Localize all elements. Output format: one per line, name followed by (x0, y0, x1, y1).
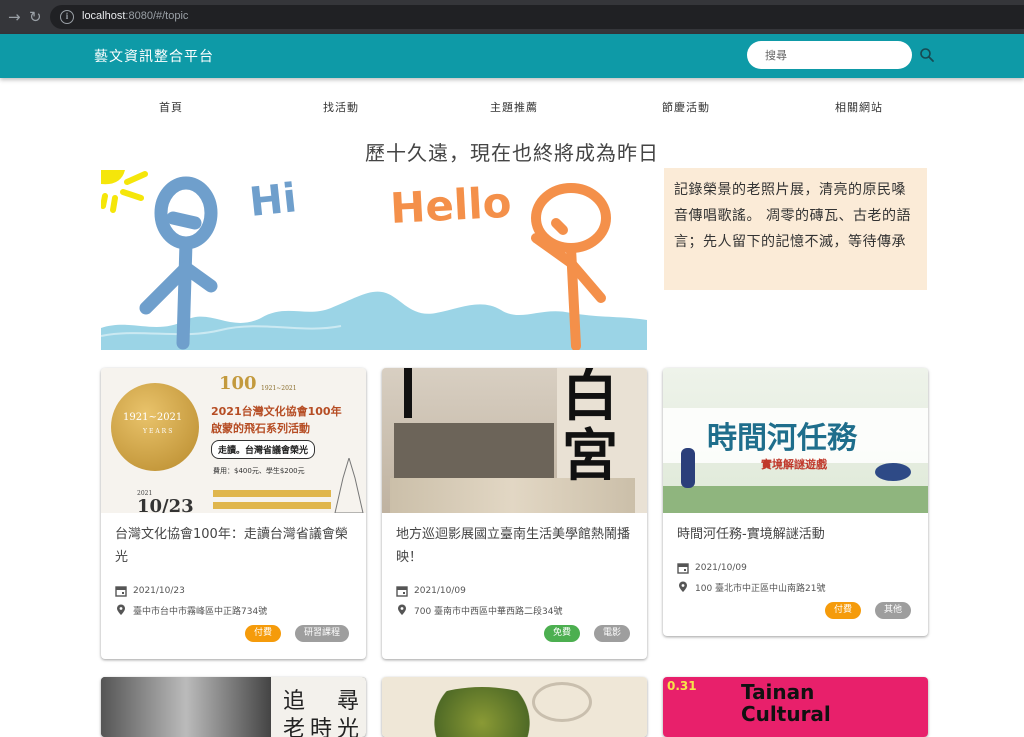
calligraphy-text: 白宮 (562, 368, 618, 489)
doodle-illustration: Hi Hello (101, 170, 647, 350)
medal-text: 1921~2021 (123, 412, 183, 423)
event-card[interactable]: 0.31 Tainan Cultural (663, 677, 928, 737)
poster-title-2: 啟蒙的飛石系列活動 (211, 422, 310, 435)
location-pin-icon (117, 604, 125, 615)
event-card-image (382, 677, 647, 737)
site-title[interactable]: 藝文資訊整合平台 (94, 46, 214, 66)
badge-range-text: 1921~2021 (261, 385, 297, 392)
event-address: 100 臺北市中正區中山南路21號 (695, 583, 826, 594)
event-card[interactable] (382, 677, 647, 737)
app-header: 藝文資訊整合平台 (0, 34, 1024, 78)
banner-text-hello: Hello (389, 178, 513, 233)
badge-100-text: 100 (219, 373, 257, 394)
event-card[interactable]: 追 尋 老 時 光 (101, 677, 366, 737)
nav-item-topics[interactable]: 主題推薦 (490, 99, 538, 115)
location-pin-icon (398, 604, 406, 615)
location-pin-icon (679, 581, 687, 592)
calendar-icon (396, 586, 408, 597)
site-info-icon[interactable]: i (60, 10, 74, 24)
nav-item-related-sites[interactable]: 相關網站 (835, 99, 883, 115)
nav-item-festivals[interactable]: 節慶活動 (662, 99, 710, 115)
main-nav: 首頁 找活動 主題推薦 節慶活動 相關網站 (0, 96, 1024, 116)
sun-doodle (101, 170, 148, 213)
chip-category[interactable]: 電影 (593, 625, 630, 642)
poster-date: 10/23 (137, 496, 194, 513)
gold-medal-graphic (111, 383, 199, 471)
search-input[interactable] (765, 41, 905, 69)
event-address: 臺中市台中市霧峰區中正路734號 (133, 606, 268, 617)
nav-item-home[interactable]: 首頁 (159, 99, 183, 115)
event-card-image: 1921~2021 YEARS 100 1921~2021 2021台灣文化協會… (101, 368, 366, 513)
nav-item-find-events[interactable]: 找活動 (323, 99, 359, 115)
topic-banner-image: Hi Hello (101, 168, 647, 350)
browser-toolbar: → ↻ i localhost:8080/#/topic (0, 0, 1024, 34)
poster-title: 時間河任務 (707, 421, 857, 456)
search-icon[interactable] (919, 47, 935, 63)
event-card-title[interactable]: 時間河任務-實境解謎活動 (677, 523, 914, 546)
event-card[interactable]: 1921~2021 YEARS 100 1921~2021 2021台灣文化協會… (101, 368, 366, 659)
event-address: 700 臺南市中西區中華西路二段34號 (414, 606, 563, 617)
chip-category[interactable]: 研習課程 (294, 625, 349, 642)
chip-fee-type[interactable]: 付費 (244, 625, 281, 642)
calendar-icon (677, 563, 689, 574)
event-card-image: 白宮 (382, 368, 647, 513)
url-text: localhost:8080/#/topic (82, 10, 189, 22)
chip-fee-type[interactable]: 付費 (824, 602, 861, 619)
chip-fee-type[interactable]: 免費 (543, 625, 580, 642)
event-card[interactable]: 時間河任務 實境解謎遊戲 時間河任務-實境解謎活動 2021/10/09 100… (663, 368, 928, 636)
event-card-image: 時間河任務 實境解謎遊戲 (663, 368, 928, 513)
poster-title: Tainan Cultural (741, 680, 831, 726)
poster-pill: 走讀。台灣省議會榮光 (211, 440, 316, 459)
reload-icon[interactable]: ↻ (29, 9, 42, 25)
topic-description: 記錄榮景的老照片展，清亮的原民嗓音傳唱歌謠。 凋零的磚瓦、古老的語言；先人留下的… (664, 168, 927, 290)
search-box (747, 41, 912, 69)
banner-text-hi: Hi (247, 175, 299, 226)
poster-char: 時 (310, 717, 333, 737)
poster-fee: 費用：$400元、學生$200元 (213, 467, 305, 475)
poster-date: 0.31 (667, 679, 697, 693)
poster-char: 光 (337, 717, 360, 737)
event-card-image: 0.31 Tainan Cultural (663, 677, 928, 737)
event-card-image: 追 尋 老 時 光 (101, 677, 366, 737)
medal-subtext: YEARS (143, 428, 175, 435)
poster-subtitle: 實境解謎遊戲 (761, 458, 827, 471)
address-bar[interactable]: i localhost:8080/#/topic (50, 5, 1024, 29)
event-date: 2021/10/23 (133, 586, 185, 596)
event-card-title[interactable]: 地方巡迴影展國立臺南生活美學館熱鬧播映！ (396, 523, 633, 569)
calendar-icon (115, 586, 127, 597)
event-date: 2021/10/09 (695, 563, 747, 573)
forward-icon[interactable]: → (8, 9, 21, 25)
poster-char: 老 (283, 717, 306, 737)
chip-category[interactable]: 其他 (874, 602, 911, 619)
event-date: 2021/10/09 (414, 586, 466, 596)
poster-title-1: 2021台灣文化協會100年 (211, 405, 342, 418)
event-card[interactable]: 白宮 地方巡迴影展國立臺南生活美學館熱鬧播映！ 2021/10/09 700 臺… (382, 368, 647, 659)
topic-headline: 歷十久遠，現在也終將成為昨日 (365, 141, 659, 165)
event-card-title[interactable]: 台灣文化協會100年：走讀台灣省議會榮光 (115, 523, 352, 569)
